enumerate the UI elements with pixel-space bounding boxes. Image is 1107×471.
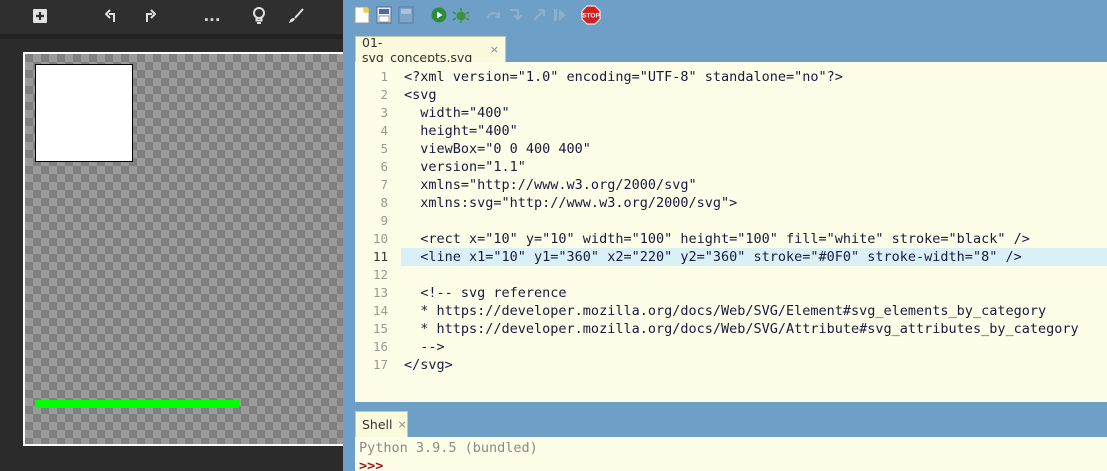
line-number: 7 [380, 177, 388, 192]
svg-preview-canvas [23, 52, 343, 446]
line-number: 16 [372, 339, 388, 354]
line-number: 4 [380, 123, 388, 138]
tab-close-icon[interactable]: × [490, 43, 499, 56]
line-number: 8 [380, 195, 388, 210]
code-line[interactable]: <!-- svg reference [404, 284, 1107, 302]
line-number: 3 [380, 105, 388, 120]
debug-icon[interactable] [451, 5, 471, 25]
line-number: 2 [380, 87, 388, 102]
image-viewer-panel: ... [0, 0, 343, 471]
line-number: 17 [372, 357, 388, 372]
shell-tab-bar: Shell × [343, 411, 1107, 437]
tab-shell[interactable]: Shell × [355, 411, 408, 437]
code-line[interactable] [404, 212, 1107, 230]
stop-button[interactable]: STOP [580, 5, 602, 25]
code-line[interactable]: xmlns="http://www.w3.org/2000/svg" [404, 176, 1107, 194]
python-shell[interactable]: Python 3.9.5 (bundled) >>> [355, 437, 1107, 471]
line-number: 1 [380, 69, 388, 84]
ide-panel: STOP 01-svg_concepts.svg × 1 2 3 4 5 6 7 8 9 10 11… [343, 0, 1107, 471]
tab-label: 01-svg_concepts.svg [362, 34, 473, 65]
ide-toolbar: STOP [343, 0, 1107, 30]
code-line[interactable]: <rect x="10" y="10" width="100" height="… [404, 230, 1107, 248]
preview-green-line [35, 400, 239, 408]
run-icon[interactable] [429, 5, 449, 25]
shell-tab-label: Shell [362, 417, 393, 432]
step-over-icon[interactable] [484, 5, 504, 25]
code-editor[interactable]: 1 2 3 4 5 6 7 8 9 10 11 12 13 14 15 16 17 <?xml version=… [355, 62, 1107, 402]
code-line[interactable]: viewBox="0 0 400 400" [404, 140, 1107, 158]
line-number-gutter: 1 2 3 4 5 6 7 8 9 10 11 12 13 14 15 16 17 [355, 68, 401, 374]
code-line[interactable]: --> [404, 338, 1107, 356]
more-options-button[interactable]: ... [200, 5, 224, 27]
stop-label: STOP [582, 13, 600, 20]
code-line[interactable]: <?xml version="1.0" encoding="UTF-8" sta… [404, 68, 1107, 86]
save-file-icon[interactable] [396, 5, 416, 25]
line-number: 5 [380, 141, 388, 156]
line-number: 14 [372, 303, 388, 318]
code-line[interactable]: * https://developer.mozilla.org/docs/Web… [404, 302, 1107, 320]
plus-square-icon[interactable] [28, 5, 52, 27]
code-line[interactable] [404, 266, 1107, 284]
resume-icon[interactable] [550, 5, 570, 25]
lightbulb-icon[interactable] [247, 5, 271, 27]
code-line[interactable]: height="400" [404, 122, 1107, 140]
code-line[interactable]: xmlns:svg="http://www.w3.org/2000/svg"> [404, 194, 1107, 212]
line-number: 12 [372, 267, 388, 282]
code-line[interactable]: width="400" [404, 104, 1107, 122]
line-number: 11 [372, 249, 388, 264]
line-number: 10 [372, 231, 388, 246]
code-line[interactable]: version="1.1" [404, 158, 1107, 176]
brush-icon[interactable] [284, 5, 308, 27]
step-into-icon[interactable] [505, 5, 525, 25]
line-number: 13 [372, 285, 388, 300]
code-line[interactable]: </svg> [404, 356, 1107, 374]
line-number: 6 [380, 159, 388, 174]
rotate-left-icon[interactable] [100, 5, 124, 27]
shell-tab-close-icon[interactable]: × [398, 418, 407, 431]
line-number: 9 [380, 213, 388, 228]
line-number: 15 [372, 321, 388, 336]
preview-white-rectangle [35, 64, 133, 162]
code-line[interactable]: <line x1="10" y1="360" x2="220" y2="360"… [404, 248, 1107, 266]
rotate-right-icon[interactable] [137, 5, 161, 27]
code-line[interactable]: <svg [404, 86, 1107, 104]
code-text-area[interactable]: <?xml version="1.0" encoding="UTF-8" sta… [404, 68, 1107, 374]
editor-tab-bar: 01-svg_concepts.svg × [343, 34, 1107, 65]
shell-banner: Python 3.9.5 (bundled) [359, 440, 538, 456]
open-file-icon[interactable] [374, 5, 394, 25]
tab-01-svg-concepts[interactable]: 01-svg_concepts.svg × [355, 34, 506, 65]
code-line[interactable]: * https://developer.mozilla.org/docs/Web… [404, 320, 1107, 338]
new-file-icon[interactable] [352, 5, 372, 25]
shell-prompt[interactable]: >>> [355, 457, 1107, 471]
step-out-icon[interactable] [529, 5, 549, 25]
viewer-toolbar: ... [0, 0, 343, 34]
